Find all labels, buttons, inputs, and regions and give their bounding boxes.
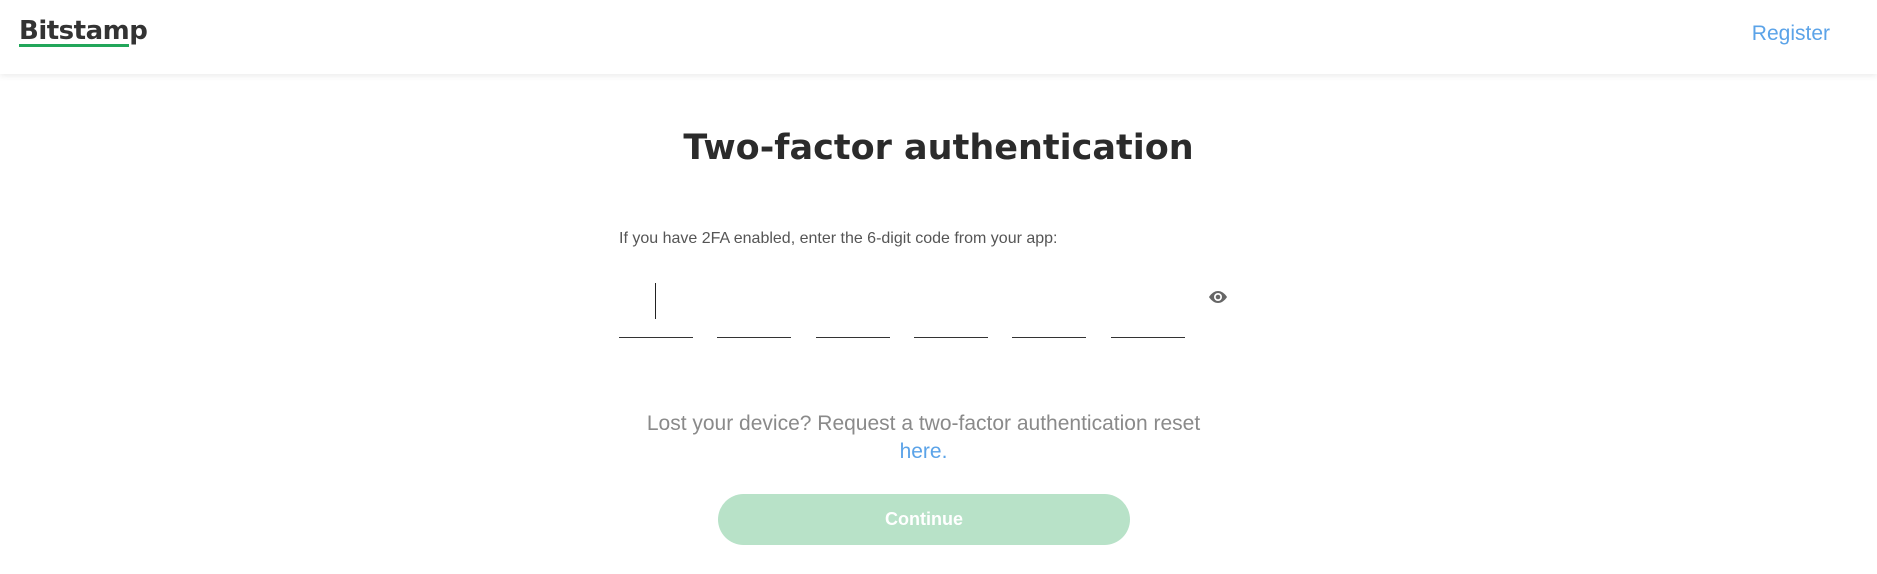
top-header: Bitstamp Register — [0, 0, 1877, 74]
code-digit-4[interactable] — [914, 269, 988, 338]
instruction-text: If you have 2FA enabled, enter the 6-dig… — [619, 230, 1058, 247]
continue-button[interactable]: Continue — [718, 494, 1130, 545]
code-digit-5[interactable] — [1012, 269, 1086, 338]
bitstamp-logo[interactable]: Bitstamp — [19, 16, 148, 46]
code-digit-6[interactable] — [1111, 269, 1185, 338]
register-link[interactable]: Register — [1752, 20, 1830, 48]
code-input-row — [619, 269, 1185, 339]
reset-link-container: here. — [0, 438, 1847, 466]
page-title: Two-factor authentication — [683, 128, 1194, 168]
code-digit-2[interactable] — [717, 269, 791, 338]
code-digit-3[interactable] — [816, 269, 890, 338]
reset-here-link[interactable]: here. — [900, 440, 948, 463]
code-digit-1[interactable] — [619, 269, 693, 338]
logo-underline — [19, 44, 129, 47]
eye-icon[interactable] — [1207, 288, 1229, 306]
main-content: Two-factor authentication If you have 2F… — [0, 74, 1877, 574]
text-caret — [655, 283, 656, 319]
lost-device-text: Lost your device? Request a two-factor a… — [646, 412, 1201, 435]
